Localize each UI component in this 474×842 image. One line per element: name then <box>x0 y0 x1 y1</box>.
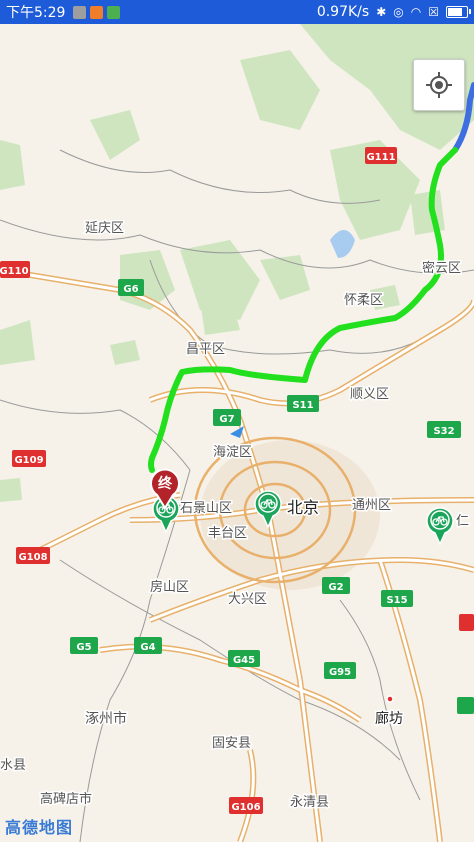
label-beijing: 北京 <box>287 498 319 517</box>
status-right: 0.97K/s ✱ ◎ ◠ ☒ <box>316 0 471 24</box>
label-gu-an: 固安县 <box>212 736 251 751</box>
road-shield-g45: G45 <box>228 650 260 667</box>
label-zhuozhou: 涿州市 <box>85 710 127 727</box>
headset-icon: ◎ <box>393 5 404 19</box>
label-yongqing: 永清县 <box>290 795 329 810</box>
city-markers <box>386 695 394 703</box>
road-shield-g109: G109 <box>12 450 46 467</box>
label-fangshan: 房山区 <box>150 579 189 595</box>
label-changping: 昌平区 <box>186 342 225 357</box>
svg-text:G7: G7 <box>219 414 234 425</box>
battery-icon <box>446 6 471 18</box>
road-shield-g6: G6 <box>118 279 144 296</box>
partial-label: 仁 <box>456 514 469 529</box>
label-shijingshan: 石景山区 <box>180 501 232 516</box>
road-shield-g111: G111 <box>365 147 397 164</box>
notification-app-icon <box>107 5 121 19</box>
road-shield-g2: G2 <box>322 577 350 594</box>
road-shield-g106: G106 <box>229 797 263 814</box>
road-shield-partial <box>457 697 474 714</box>
label-daxing: 大兴区 <box>228 592 267 607</box>
no-sim-icon: ☒ <box>428 5 439 19</box>
road-shield-g110: G110 <box>0 261 30 278</box>
svg-text:G111: G111 <box>366 152 395 163</box>
status-bar: 下午5:29 0.97K/s ✱ ◎ ◠ ☒ <box>0 0 474 24</box>
svg-text:G108: G108 <box>18 552 47 563</box>
crosshair-icon <box>426 72 452 98</box>
notification-app-icon <box>90 5 104 19</box>
svg-text:G2: G2 <box>328 582 343 593</box>
bluetooth-icon: ✱ <box>376 5 387 19</box>
end-marker-label: 终 <box>158 475 173 492</box>
notification-icons <box>73 5 121 19</box>
status-time: 下午5:29 <box>6 5 66 21</box>
net-speed: 0.97K/s <box>316 4 370 20</box>
road-shield-s15: S15 <box>381 590 413 607</box>
map-canvas[interactable]: G111 G110 G6 G7 S11 S32 G109 G108 G2 S15… <box>0 24 474 842</box>
label-haidian: 海淀区 <box>213 445 252 460</box>
locate-button[interactable] <box>413 59 465 111</box>
svg-text:G6: G6 <box>123 284 138 295</box>
road-shield-s11: S11 <box>287 395 319 412</box>
svg-text:G5: G5 <box>76 642 91 653</box>
label-fengtai: 丰台区 <box>208 526 247 541</box>
road-shield-partial <box>459 614 474 631</box>
svg-text:G106: G106 <box>231 802 260 813</box>
notification-app-icon <box>73 5 87 19</box>
road-shield-s32: S32 <box>427 421 461 438</box>
road-shield-g108: G108 <box>16 547 50 564</box>
road-shield-g95: G95 <box>324 662 356 679</box>
svg-text:S32: S32 <box>433 426 454 437</box>
svg-text:G45: G45 <box>233 655 255 666</box>
svg-text:G95: G95 <box>329 667 351 678</box>
svg-text:G110: G110 <box>0 266 29 277</box>
svg-text:S11: S11 <box>292 400 313 411</box>
label-langfang: 廊坊 <box>375 710 403 727</box>
road-shield-g4: G4 <box>134 637 162 654</box>
label-tongzhou: 通州区 <box>352 498 391 513</box>
wifi-icon: ◠ <box>410 5 422 19</box>
label-gaobeidian: 高碑店市 <box>40 791 92 807</box>
svg-text:G4: G4 <box>140 642 155 653</box>
road-shield-g7: G7 <box>213 409 241 426</box>
label-shunyi: 顺义区 <box>350 387 389 402</box>
map-view[interactable]: G111 G110 G6 G7 S11 S32 G109 G108 G2 S15… <box>0 24 474 842</box>
label-huairou: 怀柔区 <box>344 293 383 308</box>
svg-text:G109: G109 <box>14 455 43 466</box>
road-shield-g5: G5 <box>70 637 98 654</box>
label-shui: 水县 <box>0 758 26 773</box>
svg-text:S15: S15 <box>386 595 407 606</box>
amap-logo: 高德地图 <box>5 818 74 837</box>
label-miyun: 密云区 <box>422 260 461 276</box>
label-yanqing: 延庆区 <box>85 221 124 236</box>
